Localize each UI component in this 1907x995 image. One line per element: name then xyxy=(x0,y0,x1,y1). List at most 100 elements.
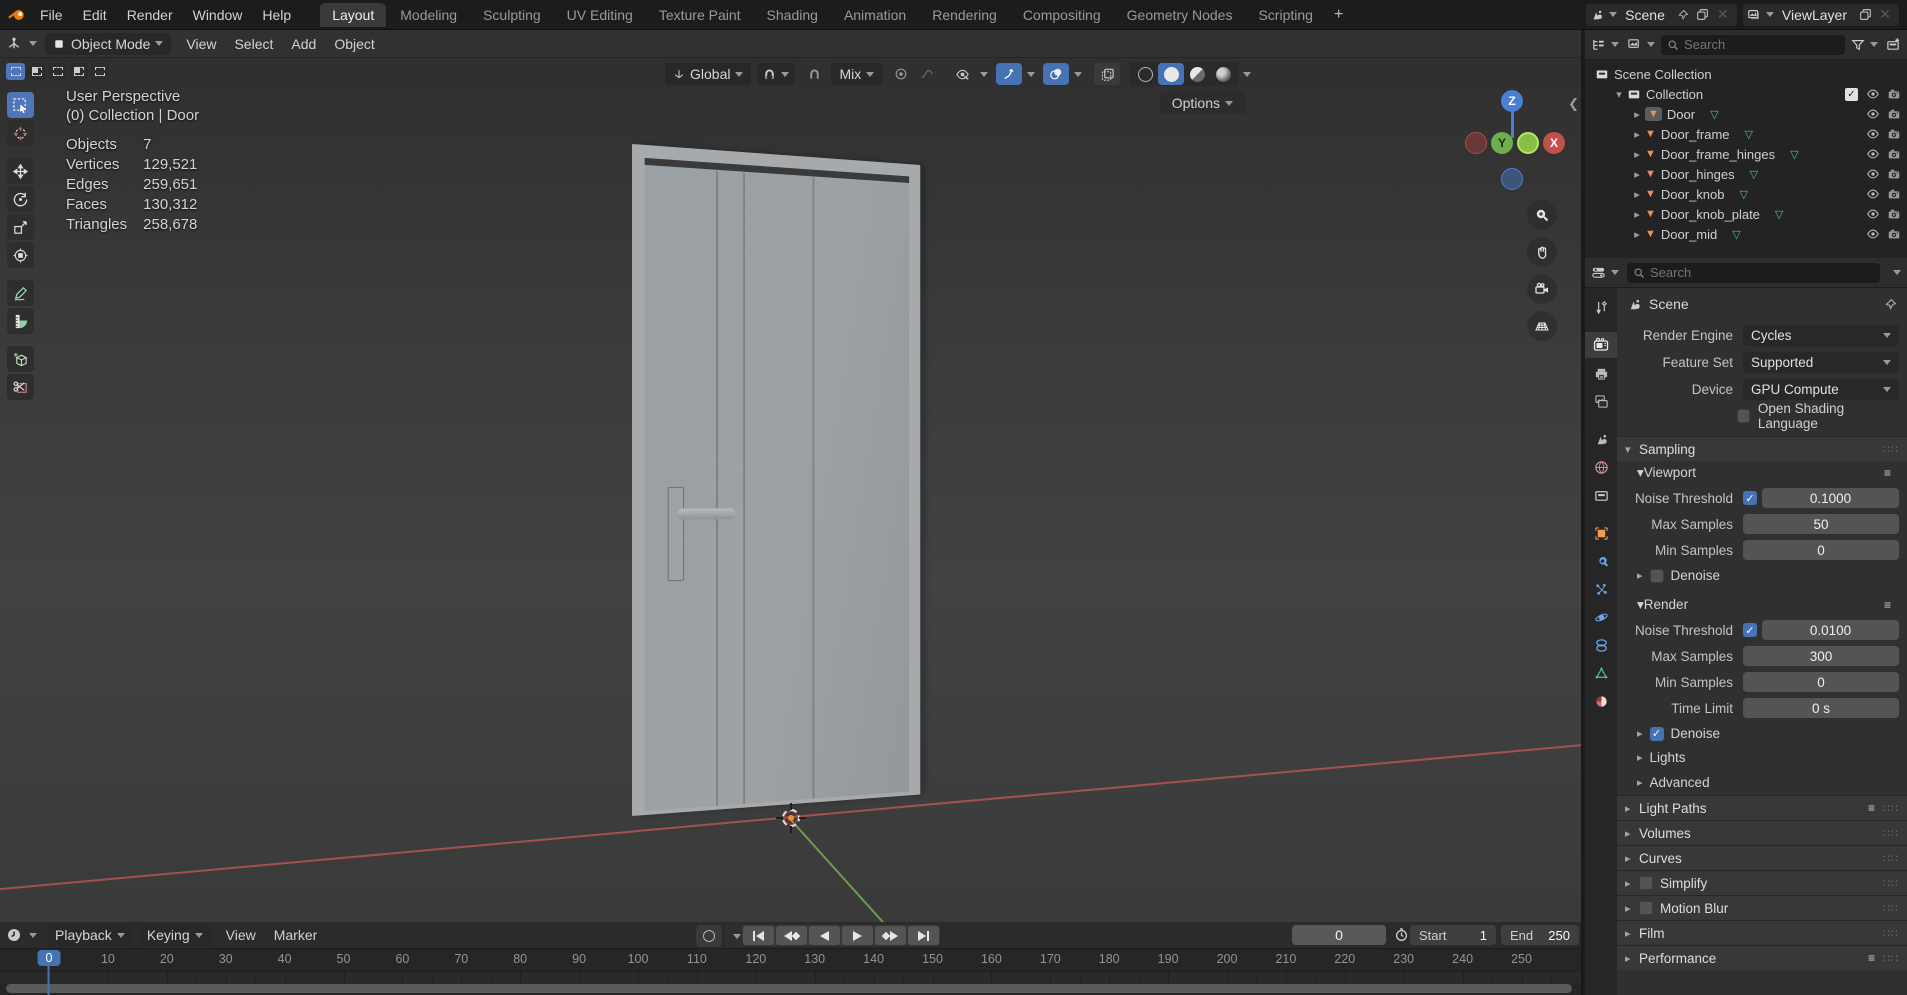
workspace-tab-modeling[interactable]: Modeling xyxy=(388,3,469,27)
object-name-door_hinges[interactable]: Door_hinges xyxy=(1661,167,1735,182)
select-box-tool-button[interactable] xyxy=(7,92,34,118)
properties-search[interactable] xyxy=(1627,263,1880,283)
proportional-edit-icon[interactable] xyxy=(888,63,914,85)
editor-type-icon[interactable] xyxy=(6,36,22,51)
xray-toggle-icon[interactable] xyxy=(1094,63,1120,85)
falloff-dropdown[interactable]: Mix xyxy=(831,63,882,85)
options-button[interactable]: Options xyxy=(1160,92,1245,114)
breadcrumb-label[interactable]: Scene xyxy=(1649,296,1689,312)
workspace-tab-sculpting[interactable]: Sculpting xyxy=(471,3,553,27)
outliner-row[interactable]: ▸ ▼ Door_knob_plate ▽ xyxy=(1585,204,1907,224)
collection-checkbox[interactable]: ✓ xyxy=(1845,88,1858,101)
properties-tab-particles[interactable] xyxy=(1585,576,1617,602)
filter-icon[interactable] xyxy=(1851,38,1865,52)
panel-header-volumes[interactable]: ▸ Volumes ∷∷ xyxy=(1617,820,1907,845)
playhead-frame-badge[interactable]: 0 xyxy=(38,950,61,966)
setting-value-field[interactable]: 0.0100 xyxy=(1762,620,1899,640)
denoise-checkbox[interactable] xyxy=(1650,569,1664,583)
osl-checkbox[interactable] xyxy=(1737,409,1750,423)
presets-icon[interactable]: ≡ xyxy=(1884,598,1891,612)
pan-tool-icon[interactable] xyxy=(1527,237,1557,267)
autokey-toggle-icon[interactable] xyxy=(696,925,722,947)
play-button[interactable] xyxy=(842,926,873,945)
disable-render-icon[interactable] xyxy=(1887,107,1901,121)
door-model[interactable] xyxy=(612,126,972,826)
outliner-row[interactable]: ▸ ▼ Door_knob ▽ xyxy=(1585,184,1907,204)
outliner-row[interactable]: Scene Collection xyxy=(1585,64,1907,84)
panel-header-simplify[interactable]: ▸ Simplify ∷∷ xyxy=(1617,870,1907,895)
jump-to-end-button[interactable] xyxy=(908,926,939,945)
setting-value-field[interactable]: 0 xyxy=(1743,672,1899,692)
frame-end-field[interactable]: End 250 xyxy=(1501,925,1579,945)
viewlayer-caret-icon[interactable] xyxy=(1766,12,1774,17)
properties-tab-object-data[interactable] xyxy=(1585,660,1617,686)
camera-view-icon[interactable] xyxy=(1527,274,1557,304)
new-collection-icon[interactable] xyxy=(1886,37,1901,52)
gizmo-z-axis[interactable]: Z xyxy=(1501,90,1523,112)
scale-tool-button[interactable] xyxy=(7,214,34,240)
jump-to-start-button[interactable] xyxy=(743,926,774,945)
menubar-item-file[interactable]: File xyxy=(30,4,73,26)
workspace-tab-rendering[interactable]: Rendering xyxy=(920,3,1009,27)
door-slab-mesh[interactable] xyxy=(645,158,910,811)
properties-tab-tool[interactable] xyxy=(1585,294,1617,320)
filter-caret-icon[interactable] xyxy=(1870,42,1878,47)
properties-editor-icon[interactable] xyxy=(1591,265,1606,280)
subpanel-advanced[interactable]: ▸ Advanced xyxy=(1617,770,1907,795)
measure-tool-button[interactable] xyxy=(7,308,34,334)
gizmo-y-neg-axis[interactable] xyxy=(1517,132,1539,154)
panel-header-sampling[interactable]: ▾ Sampling ∷∷ xyxy=(1617,436,1907,461)
next-keyframe-button[interactable] xyxy=(875,926,906,945)
workspace-tab-uv-editing[interactable]: UV Editing xyxy=(555,3,645,27)
select-mode-subtract-icon[interactable] xyxy=(48,63,67,80)
disable-render-icon[interactable] xyxy=(1887,87,1901,101)
timeline-scrollbar[interactable] xyxy=(6,984,1572,993)
properties-tab-modifiers[interactable] xyxy=(1585,548,1617,574)
gizmo-z-neg-axis[interactable] xyxy=(1501,168,1523,190)
properties-editor-caret-icon[interactable] xyxy=(1611,270,1619,275)
outliner-row[interactable]: ▸ ▼ Door_frame ▽ xyxy=(1585,124,1907,144)
mesh-object-icon[interactable]: ▼ xyxy=(1645,128,1656,140)
hide-viewport-icon[interactable] xyxy=(1866,207,1880,221)
door-knob-mesh[interactable] xyxy=(677,508,735,519)
viewport-menu-add[interactable]: Add xyxy=(282,33,325,55)
disable-render-icon[interactable] xyxy=(1887,207,1901,221)
rotate-tool-button[interactable] xyxy=(7,186,34,212)
field-dropdown[interactable]: Cycles xyxy=(1743,325,1899,346)
workspace-tab-geometry-nodes[interactable]: Geometry Nodes xyxy=(1115,3,1245,27)
frame-start-field[interactable]: Start 1 xyxy=(1410,925,1496,945)
orientation-dropdown[interactable]: Global xyxy=(665,63,751,85)
setting-value-field[interactable]: 0.1000 xyxy=(1762,488,1899,508)
object-name-door_frame[interactable]: Door_frame xyxy=(1661,127,1730,142)
viewlayer-name[interactable]: ViewLayer xyxy=(1774,7,1855,23)
editor-type-caret-icon[interactable] xyxy=(29,41,37,46)
properties-search-input[interactable] xyxy=(1650,265,1874,280)
denoise-toggle-viewport[interactable]: ▸ Denoise xyxy=(1617,564,1907,587)
pin-id-icon[interactable] xyxy=(1884,298,1897,311)
panel-header-film[interactable]: ▸ Film ∷∷ xyxy=(1617,920,1907,945)
properties-tab-scene[interactable] xyxy=(1585,426,1617,452)
scene-icon[interactable] xyxy=(1590,8,1604,22)
outliner-row[interactable]: ▸ ▼ Door ▽ xyxy=(1585,104,1907,124)
field-dropdown[interactable]: Supported xyxy=(1743,352,1899,373)
presets-icon[interactable]: ≡ xyxy=(1868,951,1875,965)
object-expand-icon[interactable]: ▸ xyxy=(1629,208,1645,221)
menubar-item-edit[interactable]: Edit xyxy=(73,4,117,26)
visibility-caret-icon[interactable] xyxy=(980,72,988,77)
object-name-door[interactable]: Door xyxy=(1667,107,1695,122)
object-name-door_mid[interactable]: Door_mid xyxy=(1661,227,1717,242)
new-scene-icon[interactable] xyxy=(1693,5,1713,25)
setting-checkbox[interactable]: ✓ xyxy=(1743,623,1757,637)
object-expand-icon[interactable]: ▸ xyxy=(1629,228,1645,241)
shading-material-preview-icon[interactable] xyxy=(1184,63,1210,85)
select-mode-set-icon[interactable] xyxy=(6,63,25,80)
denoise-checkbox[interactable]: ✓ xyxy=(1650,727,1664,741)
field-dropdown[interactable]: GPU Compute xyxy=(1743,379,1899,400)
display-mode-icon[interactable] xyxy=(1591,37,1606,52)
setting-value-field[interactable]: 50 xyxy=(1743,514,1899,534)
panel-checkbox[interactable] xyxy=(1639,876,1653,890)
timeline-menu-marker[interactable]: Marker xyxy=(265,924,327,946)
prev-keyframe-button[interactable] xyxy=(776,926,807,945)
hide-viewport-icon[interactable] xyxy=(1866,147,1880,161)
panel-header-motion-blur[interactable]: ▸ Motion Blur ∷∷ xyxy=(1617,895,1907,920)
